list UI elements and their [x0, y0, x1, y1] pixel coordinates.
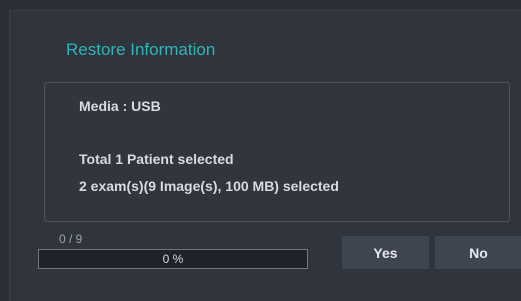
media-info: Media : USB — [79, 98, 161, 114]
progress-count: 0 / 9 — [59, 232, 83, 246]
patient-count-info: Total 1 Patient selected — [79, 151, 234, 167]
no-button[interactable]: No — [435, 236, 521, 269]
yes-button[interactable]: Yes — [342, 236, 429, 269]
dialog-title: Restore Information — [66, 40, 216, 59]
progress-bar: 0 % — [38, 249, 308, 269]
exam-count-info: 2 exam(s)(9 Image(s), 100 MB) selected — [79, 178, 339, 194]
info-panel: Media : USB Total 1 Patient selected 2 e… — [44, 82, 510, 222]
progress-percent: 0 % — [162, 252, 184, 266]
restore-dialog: Restore Information Media : USB Total 1 … — [9, 10, 521, 301]
